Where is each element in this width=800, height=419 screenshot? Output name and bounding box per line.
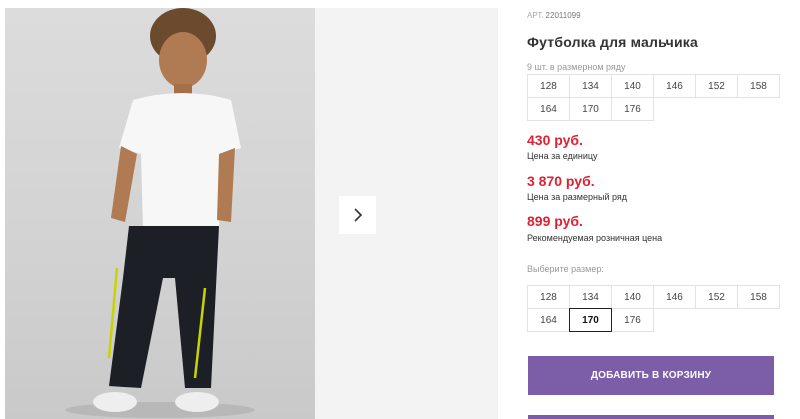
size-row-cell: 128: [527, 74, 570, 98]
unit-price-label: Цена за единицу: [527, 151, 598, 161]
size-option[interactable]: 176: [611, 308, 654, 332]
size-row-count: 9 шт. в размерном ряду: [527, 62, 626, 72]
size-option[interactable]: 134: [569, 285, 612, 309]
size-row-cell: 158: [737, 74, 780, 98]
size-row-cell: 170: [569, 97, 612, 121]
article-number: АРТ. 22011099: [527, 11, 581, 20]
size-row-grid: 128 134 140 146 152 158 164 170 176: [527, 74, 780, 121]
size-row-cell: 134: [569, 74, 612, 98]
size-option[interactable]: 140: [611, 285, 654, 309]
add-to-cart-button[interactable]: Добавить в корзину: [528, 356, 774, 395]
size-option[interactable]: 152: [695, 285, 738, 309]
article-value: 22011099: [545, 11, 581, 20]
size-selector: 128 134 140 146 152 158 164 170 176: [527, 285, 780, 332]
size-option[interactable]: 146: [653, 285, 696, 309]
boy-in-tshirt-image: [65, 8, 255, 418]
size-row-price-label: Цена за размерный ряд: [527, 192, 628, 202]
size-option[interactable]: 164: [527, 308, 570, 332]
retail-price: 899 руб.: [527, 213, 583, 229]
size-row-cell: 146: [653, 74, 696, 98]
size-row-price: 3 870 руб.: [527, 173, 595, 189]
size-row-cell: 164: [527, 97, 570, 121]
product-title: Футболка для мальчика: [527, 34, 698, 50]
size-row-cell: 152: [695, 74, 738, 98]
choose-size-label: Выберите размер:: [527, 264, 604, 274]
size-option[interactable]: 158: [737, 285, 780, 309]
size-option-selected[interactable]: 170: [569, 308, 612, 332]
chevron-right-icon: [353, 208, 362, 222]
article-label: АРТ.: [527, 11, 544, 20]
retail-price-label: Рекомендуемая розничная цена: [527, 233, 663, 243]
next-image-button[interactable]: [339, 196, 376, 234]
secondary-button[interactable]: [528, 415, 774, 419]
size-row-cell: 176: [611, 97, 654, 121]
product-photo: [5, 8, 315, 419]
unit-price: 430 руб.: [527, 132, 583, 148]
size-row-cell: 140: [611, 74, 654, 98]
size-option[interactable]: 128: [527, 285, 570, 309]
